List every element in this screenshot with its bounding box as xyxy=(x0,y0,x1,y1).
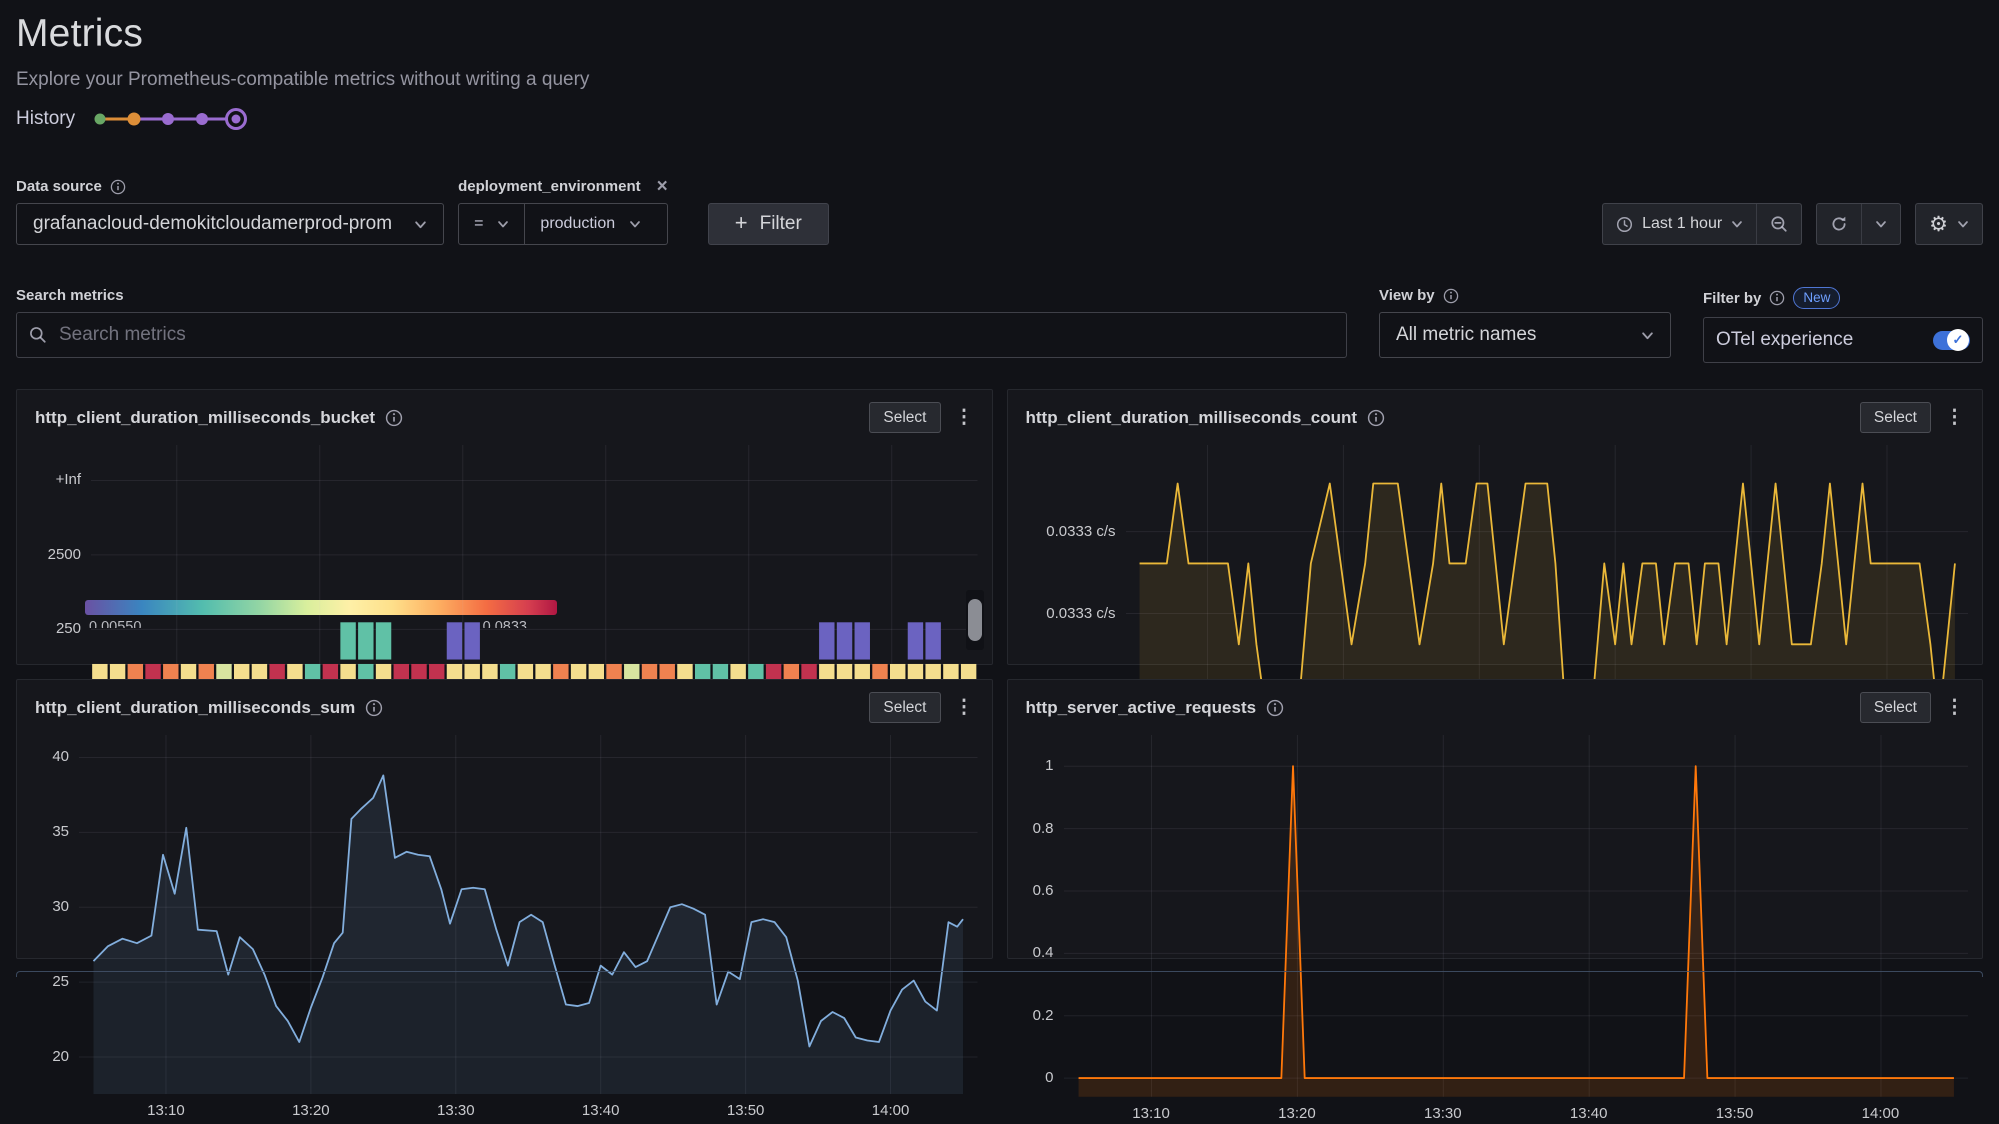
info-icon[interactable] xyxy=(1443,288,1459,304)
info-icon[interactable] xyxy=(365,699,383,717)
page-header: Metrics Explore your Prometheus-compatib… xyxy=(16,12,1983,132)
info-icon[interactable] xyxy=(110,179,126,195)
y-axis: 4035302520 xyxy=(27,735,79,1094)
plus-icon: + xyxy=(735,210,748,236)
panel-title: http_client_duration_milliseconds_bucket xyxy=(35,408,375,428)
refresh-interval-button[interactable] xyxy=(1861,204,1900,244)
search-section: Search metrics View by All metric names xyxy=(16,287,1983,363)
x-axis: 13:1013:2013:3013:4013:5014:00 xyxy=(1064,1097,1969,1124)
line-chart[interactable]: 0.0333 c/s0.0333 c/s0.0333 c/s 13:1013:2… xyxy=(1018,445,1969,621)
next-row-panel-edge xyxy=(16,971,1983,977)
view-by-select[interactable]: All metric names xyxy=(1379,312,1671,358)
x-axis: 13:1013:2013:3013:4013:5014:00 xyxy=(79,1094,978,1121)
close-icon[interactable]: × xyxy=(657,180,668,194)
filter-chip-label: deployment_environment xyxy=(458,178,641,195)
filter-by-label: Filter by xyxy=(1703,290,1761,307)
refresh-group xyxy=(1816,203,1901,245)
history-dot[interactable] xyxy=(128,113,141,126)
search-label: Search metrics xyxy=(16,287,124,304)
select-metric-button[interactable]: Select xyxy=(869,692,940,723)
chevron-down-icon xyxy=(414,218,427,231)
filter-value-select[interactable]: production xyxy=(524,204,656,244)
settings-button[interactable]: ⚙ xyxy=(1916,204,1982,244)
operator-select[interactable]: = xyxy=(459,204,524,244)
refresh-button[interactable] xyxy=(1817,204,1861,244)
filter-chip-field: deployment_environment × = production xyxy=(458,178,668,245)
clock-icon xyxy=(1616,216,1633,233)
chevron-down-icon xyxy=(497,218,509,230)
toolbar: Data source grafanacloud-demokitcloudame… xyxy=(16,178,1983,245)
filter-chip-controls: = production xyxy=(458,203,668,245)
scrollbar-thumb[interactable] xyxy=(968,599,982,641)
view-by-label: View by xyxy=(1379,287,1435,304)
add-filter-button[interactable]: + Filter xyxy=(708,203,829,245)
time-picker-group: Last 1 hour xyxy=(1602,203,1802,245)
datasource-field: Data source grafanacloud-demokitcloudame… xyxy=(16,178,444,245)
chevron-down-icon xyxy=(1641,329,1654,342)
otel-toggle[interactable]: ✓ xyxy=(1933,331,1970,350)
select-metric-button[interactable]: Select xyxy=(869,402,940,433)
time-range-label: Last 1 hour xyxy=(1642,215,1722,233)
select-metric-button[interactable]: Select xyxy=(1860,402,1931,433)
panel-http-client-duration-milliseconds-count: http_client_duration_milliseconds_count … xyxy=(1007,389,1984,665)
history-dot[interactable] xyxy=(162,113,174,125)
panel-title: http_server_active_requests xyxy=(1026,698,1257,718)
zoom-out-button[interactable] xyxy=(1756,204,1801,244)
history-dot[interactable] xyxy=(196,113,208,125)
history-dot[interactable] xyxy=(95,114,106,125)
panel-title: http_client_duration_milliseconds_count xyxy=(1026,408,1358,428)
select-metric-button[interactable]: Select xyxy=(1860,692,1931,723)
line-chart[interactable]: 4035302520 13:1013:2013:3013:4013:5014:0… xyxy=(27,735,978,935)
info-icon[interactable] xyxy=(385,409,403,427)
new-badge: New xyxy=(1793,287,1840,309)
heatmap-chart[interactable]: +Inf2500250250.0 13:1013:2013:3013:4013:… xyxy=(27,445,978,597)
search-input[interactable] xyxy=(57,323,1334,347)
history-timeline[interactable] xyxy=(91,106,249,132)
chevron-down-icon xyxy=(1731,218,1743,230)
search-icon xyxy=(29,326,47,344)
panel-http-client-duration-milliseconds-sum: http_client_duration_milliseconds_sum Se… xyxy=(16,679,993,959)
info-icon[interactable] xyxy=(1769,290,1785,306)
otel-toggle-label: OTel experience xyxy=(1716,329,1853,351)
panel-http-server-active-requests: http_server_active_requests Select ⋮ 10.… xyxy=(1007,679,1984,959)
line-chart[interactable]: 10.80.60.40.20 13:1013:2013:3013:4013:50… xyxy=(1018,735,1969,935)
kebab-menu-icon[interactable]: ⋮ xyxy=(951,406,978,429)
otel-experience-box: OTel experience ✓ xyxy=(1703,317,1983,363)
datasource-value: grafanacloud-demokitcloudamerprod-prom xyxy=(33,213,392,235)
time-range-button[interactable]: Last 1 hour xyxy=(1603,204,1756,244)
panel-scrollbar xyxy=(966,590,984,650)
search-box xyxy=(16,312,1347,358)
chart-plot[interactable] xyxy=(79,735,978,1094)
datasource-label: Data source xyxy=(16,178,102,195)
zoom-out-icon xyxy=(1770,215,1788,233)
info-icon[interactable] xyxy=(1266,699,1284,717)
panel-title: http_client_duration_milliseconds_sum xyxy=(35,698,355,718)
datasource-select[interactable]: grafanacloud-demokitcloudamerprod-prom xyxy=(16,203,444,245)
chevron-down-icon xyxy=(1957,218,1969,230)
kebab-menu-icon[interactable]: ⋮ xyxy=(1941,696,1968,719)
gear-icon: ⚙ xyxy=(1929,214,1948,235)
kebab-menu-icon[interactable]: ⋮ xyxy=(1941,406,1968,429)
kebab-menu-icon[interactable]: ⋮ xyxy=(951,696,978,719)
refresh-icon xyxy=(1830,215,1848,233)
chart-plot[interactable] xyxy=(1064,735,1969,1097)
y-axis: 10.80.60.40.20 xyxy=(1018,735,1064,1097)
page-subtitle: Explore your Prometheus-compatible metri… xyxy=(16,69,1983,91)
settings-group: ⚙ xyxy=(1915,203,1983,245)
panel-http-client-duration-milliseconds-bucket: http_client_duration_milliseconds_bucket… xyxy=(16,389,993,665)
legend-max-label: 0.0833 xyxy=(483,619,527,628)
panels-grid: http_client_duration_milliseconds_bucket… xyxy=(16,389,1983,959)
chevron-down-icon xyxy=(1875,218,1887,230)
check-icon: ✓ xyxy=(1953,332,1964,348)
info-icon[interactable] xyxy=(1367,409,1385,427)
page-title: Metrics xyxy=(16,12,1983,56)
history-label: History xyxy=(16,108,75,130)
legend-min-label: 0.00550 xyxy=(89,619,141,628)
chevron-down-icon xyxy=(629,218,641,230)
